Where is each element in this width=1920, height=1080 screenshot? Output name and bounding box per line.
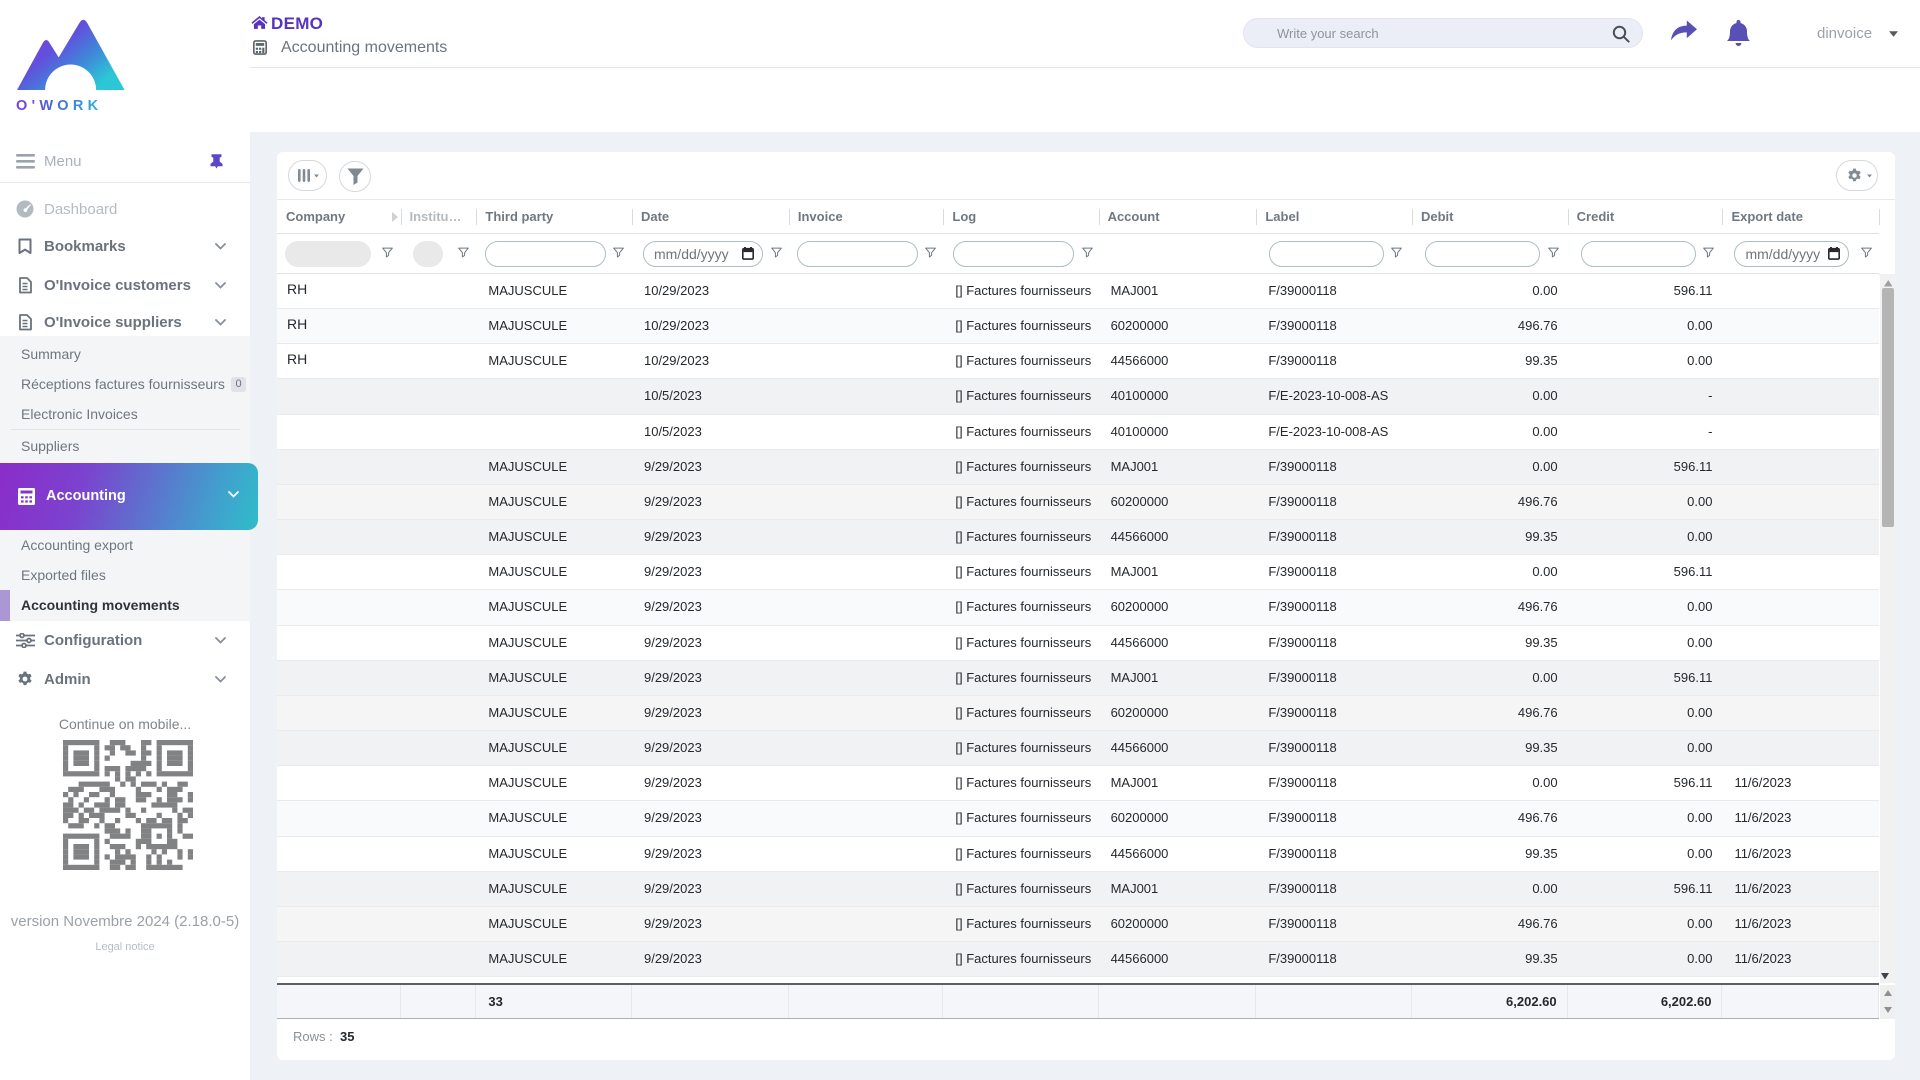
svg-text:O'WORK: O'WORK bbox=[16, 98, 102, 112]
